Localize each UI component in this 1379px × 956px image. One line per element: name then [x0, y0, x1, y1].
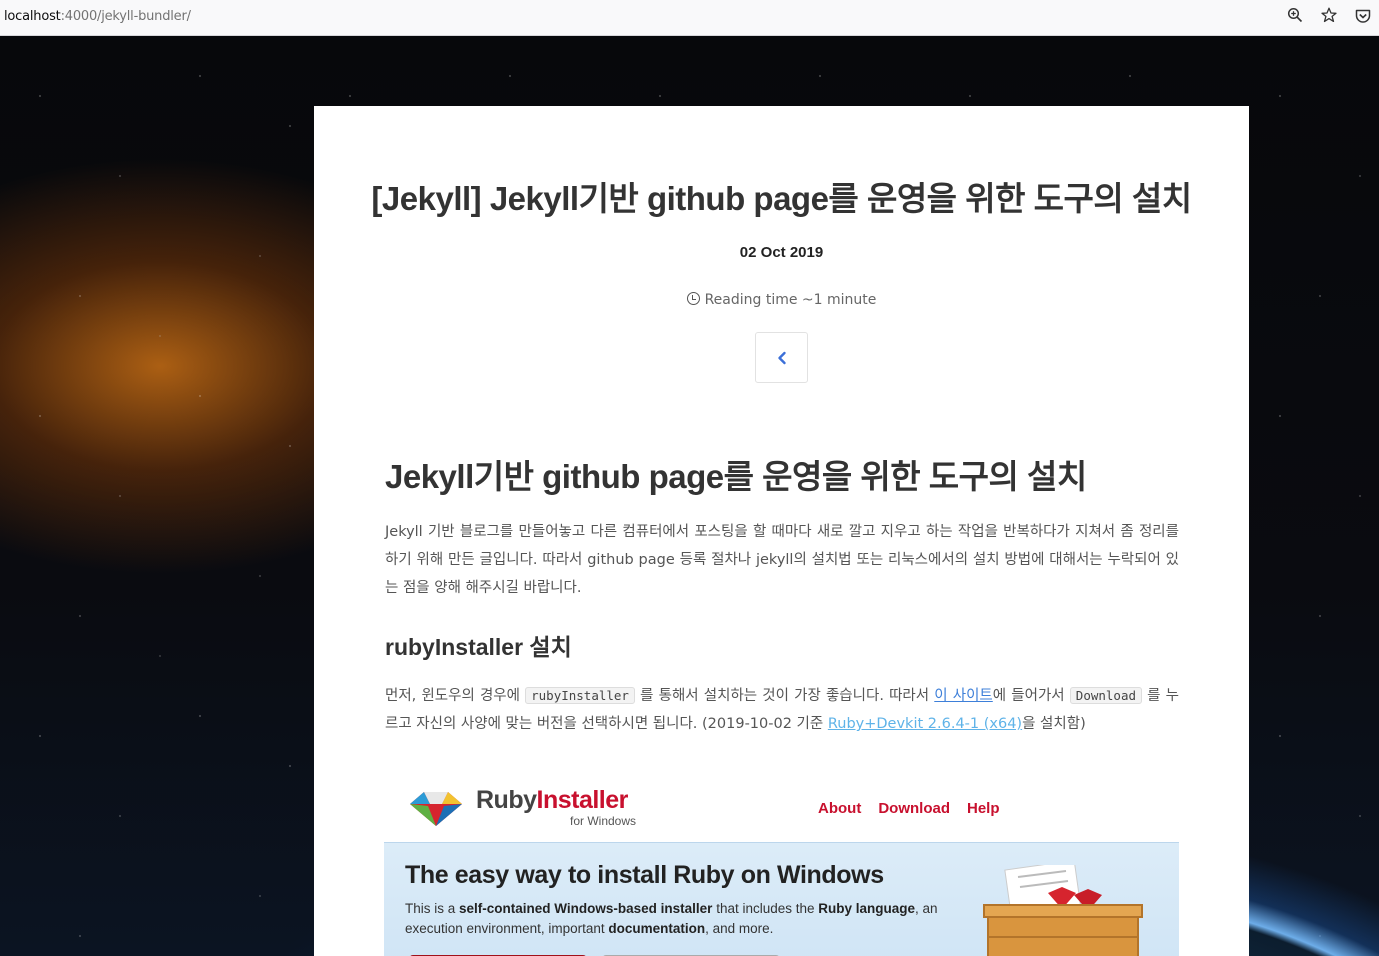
- text-segment: 먼저, 윈도우의 경우에: [385, 688, 526, 704]
- site-link[interactable]: 이 사이트: [934, 688, 993, 704]
- section-heading-rubyinstaller: rubyInstaller 설치: [385, 634, 572, 660]
- ri-nav-about: About: [818, 800, 862, 817]
- ruby-gem-logo-icon: [410, 792, 462, 826]
- text-segment: that includes the: [712, 901, 819, 916]
- reading-time: Reading time ~1 minute: [314, 292, 1249, 308]
- text-segment: This is a: [405, 901, 460, 916]
- earth-horizon-left: [0, 420, 320, 956]
- url-path: :4000/jekyll-bundler/: [60, 9, 191, 24]
- text-bold: Ruby language: [818, 901, 916, 916]
- url-host: localhost: [4, 9, 61, 24]
- text-segment: 에 들어가서: [992, 688, 1070, 704]
- ruby-devkit-link[interactable]: Ruby+Devkit 2.6.4-1 (x64): [828, 716, 1022, 732]
- address-bar-actions: [1285, 7, 1373, 27]
- text-segment: 를 통해서 설치하는 것이 가장 좋습니다. 따라서: [634, 688, 935, 704]
- browser-address-bar: localhost:4000/jekyll-bundler/: [0, 0, 1379, 36]
- rubyinstaller-banner: The easy way to install Ruby on Windows …: [384, 842, 1179, 956]
- inline-code-rubyinstaller: rubyInstaller: [525, 687, 635, 704]
- intro-paragraph: Jekyll 기반 블로그를 만들어놓고 다른 컴퓨터에서 포스팅을 할 때마다…: [385, 524, 1179, 596]
- ri-nav-download: Download: [878, 800, 950, 817]
- text-bold: self-contained Windows-based installer: [459, 901, 713, 916]
- post-card: [Jekyll] Jekyll기반 github page를 운영을 위한 도구…: [314, 106, 1249, 956]
- content-heading: Jekyll기반 github page를 운영을 위한 도구의 설치: [385, 458, 1087, 495]
- ri-headline: The easy way to install Ruby on Windows: [405, 861, 884, 889]
- text-segment: , and more.: [705, 921, 774, 936]
- ri-description: This is a self-contained Windows-based i…: [405, 899, 965, 939]
- reading-time-label: Reading time ~1 minute: [704, 292, 877, 308]
- text-segment: 을 설치함): [1022, 716, 1086, 732]
- clock-icon: [686, 292, 700, 305]
- ri-nav-help: Help: [967, 800, 1000, 817]
- logo-ruby: Ruby: [476, 786, 537, 814]
- earth-horizon-right: [1249, 420, 1379, 956]
- rubyinstaller-logo-text: RubyInstaller: [476, 786, 628, 815]
- rubyinstaller-nav: About Download Help: [818, 800, 1000, 817]
- logo-installer: Installer: [536, 786, 629, 814]
- logo-subtitle: for Windows: [570, 814, 637, 828]
- back-button[interactable]: [755, 332, 808, 383]
- zoom-icon[interactable]: [1285, 7, 1305, 27]
- post-title: [Jekyll] Jekyll기반 github page를 운영을 위한 도구…: [371, 180, 1192, 217]
- url-field[interactable]: localhost:4000/jekyll-bundler/: [4, 9, 191, 24]
- rubyinstaller-screenshot-image: RubyInstaller for Windows About Download…: [384, 772, 1179, 956]
- inline-code-download: Download: [1069, 687, 1143, 704]
- gem-box-illustration-icon: [983, 865, 1143, 956]
- bookmark-star-icon[interactable]: [1319, 7, 1339, 27]
- pocket-icon[interactable]: [1353, 7, 1373, 27]
- text-bold: documentation: [608, 921, 706, 936]
- post-date: 02 Oct 2019: [739, 244, 824, 261]
- chevron-left-icon: [777, 351, 786, 364]
- install-paragraph: 먼저, 윈도우의 경우에 rubyInstaller 를 통해서 설치하는 것이…: [385, 682, 1179, 738]
